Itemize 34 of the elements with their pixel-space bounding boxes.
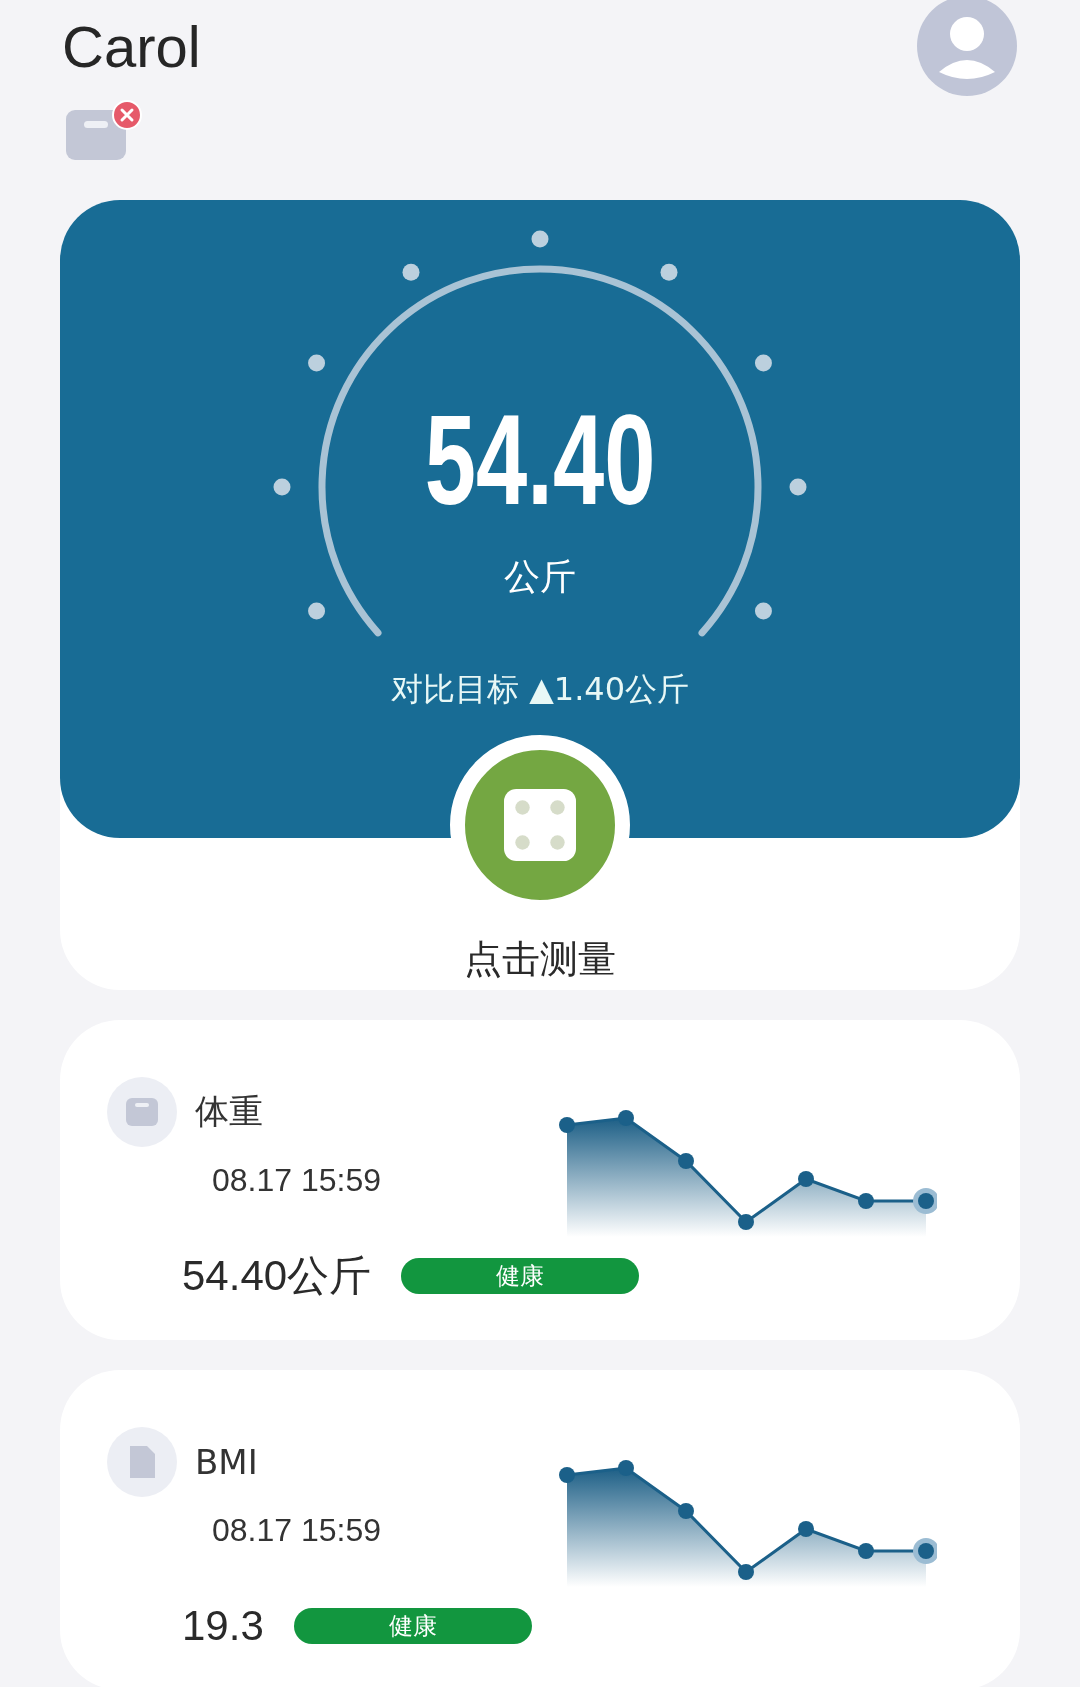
metric-label: 体重: [195, 1090, 263, 1133]
measure-label[interactable]: 点击测量: [464, 935, 616, 983]
chart-point: [858, 1543, 874, 1559]
chart-point: [618, 1110, 634, 1126]
chart-point: [858, 1193, 874, 1209]
status-badge: 健康: [401, 1257, 640, 1294]
metric-value: 19.3: [182, 1600, 264, 1651]
scale-icon[interactable]: [66, 110, 126, 160]
metric-card[interactable]: BMI 08.17 15:59 19.3 健康: [60, 1370, 1020, 1687]
metric-label: BMI: [195, 1442, 258, 1482]
chart-point: [798, 1521, 814, 1537]
measure-time: 08.17 15:59: [211, 1161, 383, 1200]
chart-point: [738, 1214, 754, 1230]
chart-point: [678, 1153, 694, 1169]
scale-icon: [504, 789, 576, 861]
avatar-icon[interactable]: [914, 0, 1020, 96]
chart-point: [798, 1171, 814, 1187]
scale-icon: [107, 1077, 177, 1147]
user-name: Carol: [62, 14, 201, 80]
chart-point: [913, 1538, 937, 1564]
chart-point: [618, 1460, 634, 1476]
metric-value: 54.40公斤: [182, 1250, 372, 1301]
chart-point: [913, 1188, 937, 1214]
measure-time: 08.17 15:59: [211, 1511, 383, 1550]
chart-point: [559, 1117, 575, 1133]
weight-unit: 公斤: [504, 555, 576, 599]
chart-point: [738, 1564, 754, 1580]
metric-card[interactable]: 体重 08.17 15:59 54.40公斤 健康: [60, 1020, 1020, 1340]
chart-point: [678, 1503, 694, 1519]
document-icon: [107, 1427, 177, 1497]
target-comparison: 对比目标 ▲1.40公斤: [391, 669, 689, 709]
status-badge: 健康: [293, 1607, 532, 1644]
weight-value: 54.40: [424, 395, 656, 525]
chart-point: [559, 1467, 575, 1483]
